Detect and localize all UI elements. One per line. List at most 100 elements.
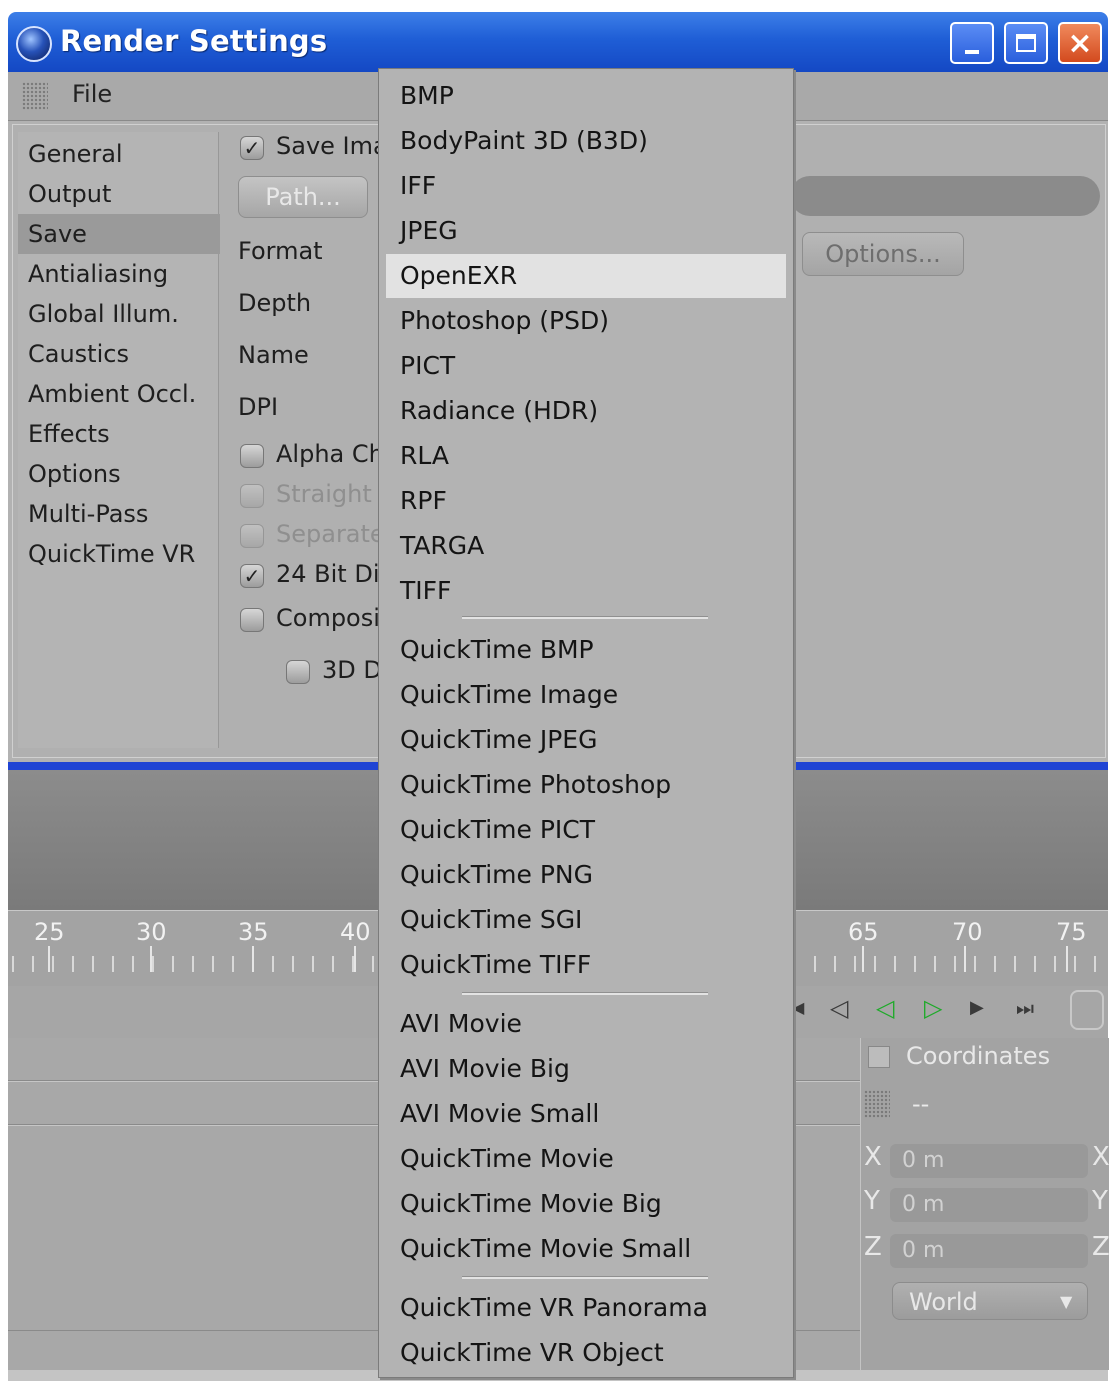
minimize-icon [965,50,979,54]
path-button[interactable]: Path... [238,176,368,218]
sidebar-item-effects[interactable]: Effects [18,414,220,454]
chevron-down-icon: ▼ [1060,1292,1073,1311]
compositing-label: Composit [276,604,390,632]
threed-checkbox[interactable] [286,660,310,684]
menu-item-openexr[interactable]: OpenEXR [386,254,786,298]
menu-item-quicktime-vr-object[interactable]: QuickTime VR Object [386,1331,786,1375]
record-key-button[interactable] [1070,990,1104,1030]
menu-item-quicktime-movie-big[interactable]: QuickTime Movie Big [386,1182,786,1226]
close-button[interactable]: × [1058,22,1102,64]
cinema4d-app-icon [16,26,52,62]
straight-alpha-checkbox[interactable] [240,484,264,508]
dither-label: 24 Bit Dit [276,560,389,588]
menu-item-quicktime-png[interactable]: QuickTime PNG [386,853,786,897]
y-position-field[interactable]: 0 m [890,1188,1088,1222]
name-label: Name [238,341,309,369]
save-image-label: Save Ima [276,132,388,160]
sidebar-item-multi-pass[interactable]: Multi-Pass [18,494,220,534]
timeline-major-ticks [862,946,1106,972]
play-backward-icon[interactable]: ◁ [876,992,894,1024]
options-button[interactable]: Options... [802,232,964,276]
file-menu[interactable]: File [72,80,112,108]
z-position-field[interactable]: 0 m [890,1234,1088,1268]
step-back-icon[interactable]: ◁ [830,992,848,1024]
threed-label: 3D D [322,656,382,684]
z-axis-label: Z [864,1232,882,1262]
menu-item-bodypaint[interactable]: BodyPaint 3D (B3D) [386,119,786,163]
coordinates-dash: -- [912,1090,930,1118]
timeline-tick: 30 [136,918,167,946]
menu-separator [462,616,708,619]
sidebar-item-save[interactable]: Save [18,214,220,254]
dither-checkbox[interactable]: ✓ [240,564,264,588]
close-icon: × [1067,25,1093,61]
menu-item-quicktime-bmp[interactable]: QuickTime BMP [386,628,786,672]
path-field[interactable] [790,176,1100,216]
menu-item-rpf[interactable]: RPF [386,479,786,523]
menu-item-radiance[interactable]: Radiance (HDR) [386,389,786,433]
timeline-major-ticks [48,946,378,972]
menu-item-bmp[interactable]: BMP [386,74,786,118]
sidebar-item-global-illum[interactable]: Global Illum. [18,294,220,334]
menu-item-quicktime-movie-small[interactable]: QuickTime Movie Small [386,1227,786,1271]
menu-item-quicktime-jpeg[interactable]: QuickTime JPEG [386,718,786,762]
play-forward-icon[interactable]: ▷ [924,992,942,1024]
coordinates-checkbox[interactable] [868,1046,890,1068]
x-axis-label: X [1092,1142,1110,1172]
menu-item-avi-movie-big[interactable]: AVI Movie Big [386,1047,786,1091]
maximize-icon [1016,34,1036,52]
menu-separator [462,1276,708,1279]
menu-separator [462,992,708,995]
menu-item-avi-movie-small[interactable]: AVI Movie Small [386,1092,786,1136]
depth-label: Depth [238,289,312,317]
sidebar-item-quicktime-vr[interactable]: QuickTime VR [18,534,220,574]
menu-item-quicktime-pict[interactable]: QuickTime PICT [386,808,786,852]
menu-item-iff[interactable]: IFF [386,164,786,208]
menu-item-tiff[interactable]: TIFF [386,569,786,613]
x-position-field[interactable]: 0 m [890,1144,1088,1178]
panel-grip-icon[interactable] [864,1090,890,1118]
menu-item-targa[interactable]: TARGA [386,524,786,568]
coordinate-space-select[interactable]: World [892,1282,1088,1320]
sidebar-item-options[interactable]: Options [18,454,220,494]
alpha-channel-checkbox[interactable] [240,444,264,468]
sidebar-item-general[interactable]: General [18,134,220,174]
sidebar-item-output[interactable]: Output [18,174,220,214]
menubar-grip-icon[interactable] [22,82,48,110]
step-forward-icon[interactable]: ▶ [970,992,984,1024]
menu-item-pict[interactable]: PICT [386,344,786,388]
sidebar-item-ambient-occl[interactable]: Ambient Occl. [18,374,220,414]
checkmark-icon: ✓ [243,136,261,160]
menu-item-quicktime-vr-panorama[interactable]: QuickTime VR Panorama [386,1286,786,1330]
z-axis-label: Z [1092,1232,1110,1262]
y-axis-label: Y [1092,1186,1108,1216]
checkmark-icon: ✓ [243,564,261,588]
timeline-tick: 75 [1056,918,1087,946]
window-title: Render Settings [60,24,328,58]
timeline-tick: 25 [34,918,65,946]
menu-item-jpeg[interactable]: JPEG [386,209,786,253]
alpha-channel-label: Alpha Ch [276,440,384,468]
maximize-button[interactable] [1004,22,1048,64]
menu-item-avi-movie[interactable]: AVI Movie [386,1002,786,1046]
coordinates-title: Coordinates [906,1042,1051,1070]
dpi-label: DPI [238,393,279,421]
minimize-button[interactable] [950,22,994,64]
compositing-checkbox[interactable] [240,608,264,632]
sidebar-item-antialiasing[interactable]: Antialiasing [18,254,220,294]
y-axis-label: Y [864,1186,880,1216]
menu-item-quicktime-image[interactable]: QuickTime Image [386,673,786,717]
menu-item-photoshop[interactable]: Photoshop (PSD) [386,299,786,343]
menu-item-quicktime-sgi[interactable]: QuickTime SGI [386,898,786,942]
sidebar-item-caustics[interactable]: Caustics [18,334,220,374]
menu-item-quicktime-tiff[interactable]: QuickTime TIFF [386,943,786,987]
timeline-tick: 70 [952,918,983,946]
separate-alpha-label: Separate [276,520,385,548]
menu-item-quicktime-photoshop[interactable]: QuickTime Photoshop [386,763,786,807]
separate-alpha-checkbox[interactable] [240,524,264,548]
menu-item-rla[interactable]: RLA [386,434,786,478]
menu-item-quicktime-movie[interactable]: QuickTime Movie [386,1137,786,1181]
timeline-tick: 65 [848,918,879,946]
save-image-checkbox[interactable]: ✓ [240,136,264,160]
go-to-end-icon[interactable]: ⏭ [1016,992,1034,1024]
